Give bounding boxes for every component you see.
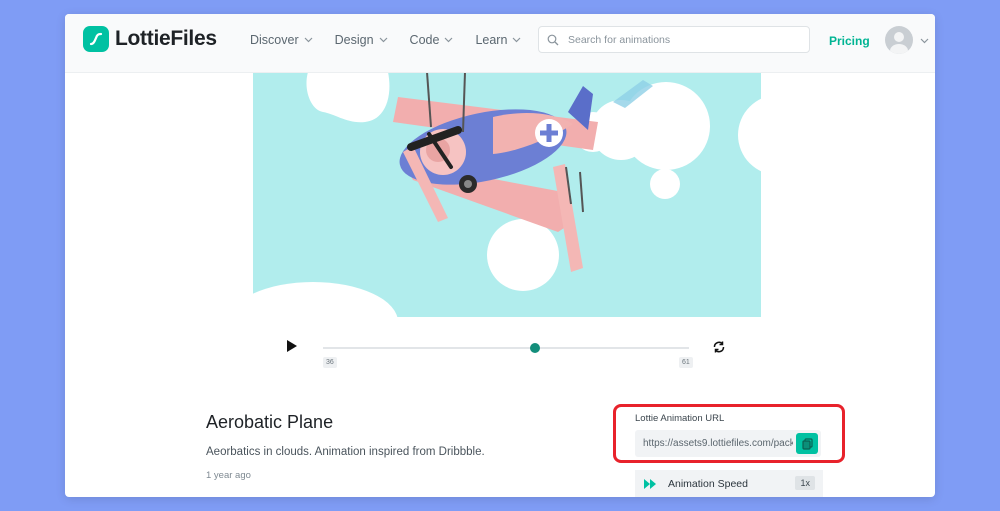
speed-value-button[interactable]: 1x: [795, 476, 815, 490]
fast-forward-icon: [643, 478, 659, 490]
logo-text: LottieFiles: [115, 27, 217, 50]
chevron-down-icon[interactable]: [920, 38, 929, 44]
nav-code[interactable]: Code: [410, 33, 454, 47]
user-avatar-icon: [890, 32, 908, 54]
timeline-track[interactable]: [323, 347, 689, 349]
chevron-down-icon: [512, 37, 521, 43]
lottiefiles-logo[interactable]: LottieFiles: [83, 26, 217, 52]
pricing-link[interactable]: Pricing: [829, 34, 870, 48]
plane-illustration: [253, 72, 761, 317]
loop-button[interactable]: [712, 340, 726, 354]
end-frame-label: 61: [679, 357, 693, 368]
animation-title: Aerobatic Plane: [206, 412, 334, 432]
timeline-scrubber[interactable]: [530, 343, 541, 353]
loop-icon: [713, 341, 725, 353]
play-icon: [287, 340, 297, 352]
browser-window: LottieFiles Discover Design Code Learn S…: [65, 14, 935, 497]
nav-design[interactable]: Design: [335, 33, 388, 47]
search-icon: [547, 34, 559, 46]
animation-speed-label: Animation Speed: [668, 477, 748, 490]
play-button[interactable]: [286, 339, 298, 353]
nav-discover[interactable]: Discover: [250, 33, 313, 47]
lottie-logo-icon: [83, 26, 109, 52]
nav-code-label: Code: [409, 33, 440, 47]
nav-learn-label: Learn: [475, 33, 508, 47]
chevron-down-icon: [379, 37, 388, 43]
user-avatar[interactable]: [885, 26, 913, 54]
animation-speed-control[interactable]: Animation Speed 1x: [635, 470, 823, 497]
chevron-down-icon: [304, 37, 313, 43]
search-input[interactable]: [566, 32, 790, 47]
nav-discover-label: Discover: [250, 33, 299, 47]
url-highlight-box: [613, 404, 845, 463]
search-box[interactable]: [538, 26, 810, 53]
nav-design-label: Design: [334, 33, 374, 47]
start-frame-label: 36: [323, 357, 337, 368]
top-navbar: LottieFiles Discover Design Code Learn S…: [65, 14, 935, 73]
main-nav: Discover Design Code Learn: [250, 14, 543, 66]
chevron-down-icon: [444, 37, 453, 43]
animation-preview: [253, 72, 761, 317]
nav-learn[interactable]: Learn: [475, 33, 521, 47]
animation-description: Aeorbatics in clouds. Animation inspired…: [206, 446, 485, 458]
upload-time: 1 year ago: [206, 470, 251, 481]
